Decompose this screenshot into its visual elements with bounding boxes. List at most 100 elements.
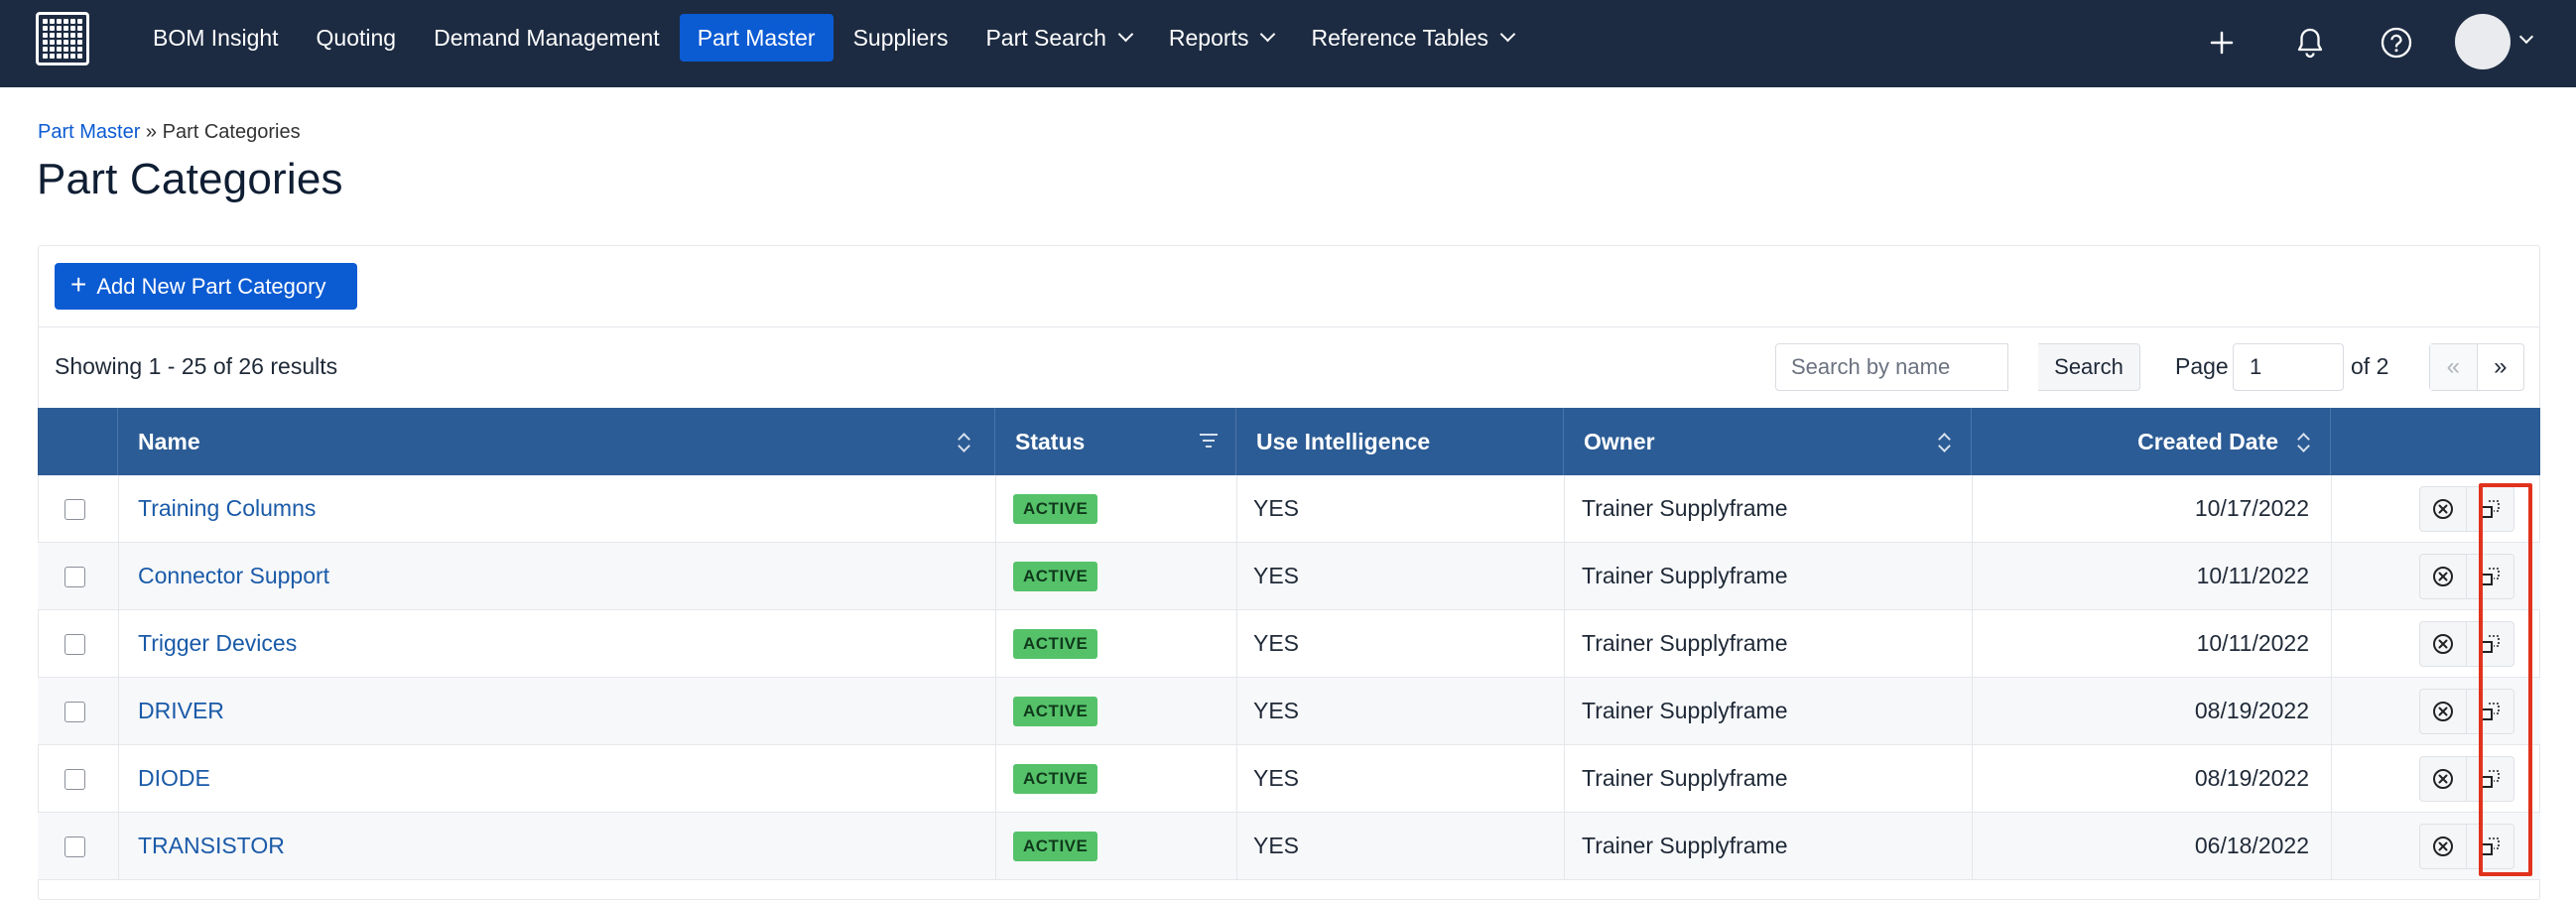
deactivate-button[interactable] xyxy=(2419,554,2467,599)
column-divider xyxy=(1236,475,1237,542)
column-header-name[interactable]: Name xyxy=(118,408,995,475)
clone-button[interactable] xyxy=(2467,486,2514,532)
column-divider xyxy=(1564,745,1565,812)
sort-icon[interactable] xyxy=(958,432,969,453)
nav-item-suppliers[interactable]: Suppliers xyxy=(836,14,966,62)
nav-item-part-search[interactable]: Part Search xyxy=(967,14,1148,62)
main-menu: BOM Insight Quoting Demand Management Part … xyxy=(135,14,1533,62)
nav-item-label: Demand Management xyxy=(434,24,660,51)
nav-item-label: BOM Insight xyxy=(153,24,279,51)
filter-icon[interactable] xyxy=(1200,434,1218,450)
deactivate-button[interactable] xyxy=(2419,756,2467,802)
owner-value: Trainer Supplyframe xyxy=(1582,630,1788,656)
plus-icon[interactable] xyxy=(2199,20,2245,65)
column-divider xyxy=(118,475,119,542)
clone-button[interactable] xyxy=(2467,689,2514,734)
nav-item-quoting[interactable]: Quoting xyxy=(299,14,415,62)
row-select-checkbox[interactable] xyxy=(64,769,85,790)
nav-item-reference-tables[interactable]: Reference Tables xyxy=(1293,14,1531,62)
row-select-checkbox[interactable] xyxy=(64,499,85,520)
category-name-link[interactable]: TRANSISTOR xyxy=(138,833,285,859)
use-intelligence-value: YES xyxy=(1253,698,1300,723)
pagination-controls: « » xyxy=(2429,343,2524,391)
results-count: Showing 1 - 25 of 26 results xyxy=(55,353,338,379)
clone-button[interactable] xyxy=(2467,554,2514,599)
close-circle-icon xyxy=(2432,566,2454,587)
category-name-link[interactable]: Training Columns xyxy=(138,495,316,522)
sort-icon[interactable] xyxy=(2297,432,2309,453)
select-column-header xyxy=(38,408,118,475)
row-select-checkbox[interactable] xyxy=(64,836,85,857)
breadcrumb-link-part-master[interactable]: Part Master xyxy=(38,121,140,143)
search-input[interactable] xyxy=(1775,343,2008,391)
column-divider xyxy=(1236,678,1237,744)
nav-item-bom-insight[interactable]: BOM Insight xyxy=(135,14,297,62)
nav-item-part-master[interactable]: Part Master xyxy=(679,14,834,62)
previous-page-button[interactable]: « xyxy=(2430,344,2478,390)
nav-item-label: Quoting xyxy=(316,24,397,51)
column-header-created-date[interactable]: Created Date xyxy=(1972,408,2331,475)
page-number-input[interactable] xyxy=(2233,343,2344,391)
close-circle-icon xyxy=(2432,701,2454,722)
column-divider xyxy=(118,745,119,812)
column-divider xyxy=(1564,813,1565,879)
column-divider xyxy=(118,610,119,677)
status-badge: ACTIVE xyxy=(1013,561,1098,591)
chevron-down-icon xyxy=(1260,26,1276,43)
clone-button[interactable] xyxy=(2467,621,2514,667)
chevron-down-icon xyxy=(1499,26,1516,43)
created-date-value: 08/19/2022 xyxy=(2194,698,2309,723)
owner-value: Trainer Supplyframe xyxy=(1582,495,1788,521)
column-divider xyxy=(1564,678,1565,744)
category-name-link[interactable]: DRIVER xyxy=(138,698,224,724)
search-button[interactable]: Search xyxy=(2038,343,2140,391)
deactivate-button[interactable] xyxy=(2419,824,2467,869)
column-divider xyxy=(995,813,996,879)
table-header: Name Status Use Intelligence Owner Creat… xyxy=(38,408,2540,475)
close-circle-icon xyxy=(2432,633,2454,655)
nav-item-reports[interactable]: Reports xyxy=(1151,14,1292,62)
avatar[interactable] xyxy=(2455,14,2511,69)
clone-button[interactable] xyxy=(2467,824,2514,869)
owner-value: Trainer Supplyframe xyxy=(1582,765,1788,791)
actions-column-header xyxy=(2331,408,2540,475)
column-header-owner[interactable]: Owner xyxy=(1564,408,1972,475)
category-name-link[interactable]: Trigger Devices xyxy=(138,630,297,657)
page-total: of 2 xyxy=(2351,353,2389,379)
category-name-link[interactable]: Connector Support xyxy=(138,563,329,589)
row-select-checkbox[interactable] xyxy=(64,702,85,722)
nav-item-label: Part Master xyxy=(697,24,816,51)
bell-icon[interactable] xyxy=(2287,20,2333,65)
row-select-checkbox[interactable] xyxy=(64,634,85,655)
status-badge: ACTIVE xyxy=(1013,493,1098,524)
column-header-status[interactable]: Status xyxy=(995,408,1236,475)
column-divider xyxy=(1236,745,1237,812)
app-grid-logo-icon[interactable] xyxy=(36,12,89,65)
column-header-created-date-label: Created Date xyxy=(2137,428,2278,454)
category-name-link[interactable]: DIODE xyxy=(138,765,210,792)
breadcrumb-separator: » xyxy=(145,121,158,143)
status-badge: ACTIVE xyxy=(1013,696,1098,726)
clone-button[interactable] xyxy=(2467,756,2514,802)
add-new-part-category-button[interactable]: + Add New Part Category xyxy=(55,263,357,310)
chevron-down-icon[interactable] xyxy=(2518,29,2534,45)
breadcrumb-current: Part Categories xyxy=(162,121,301,143)
column-divider xyxy=(2331,813,2332,879)
table-row: TRANSISTOR ACTIVE YES Trainer Supplyframe 06… xyxy=(38,813,2540,880)
column-divider xyxy=(995,543,996,609)
toolbar-divider xyxy=(38,326,2540,327)
nav-item-label: Reports xyxy=(1168,24,1249,51)
column-divider xyxy=(1564,475,1565,542)
column-divider xyxy=(995,475,996,542)
top-navigation-bar: BOM Insight Quoting Demand Management Part … xyxy=(0,0,2576,87)
sort-icon[interactable] xyxy=(1938,432,1950,453)
next-page-button[interactable]: » xyxy=(2478,344,2524,390)
owner-value: Trainer Supplyframe xyxy=(1582,563,1788,588)
deactivate-button[interactable] xyxy=(2419,486,2467,532)
deactivate-button[interactable] xyxy=(2419,621,2467,667)
help-icon[interactable] xyxy=(2374,20,2419,65)
column-header-name-label: Name xyxy=(138,428,200,454)
deactivate-button[interactable] xyxy=(2419,689,2467,734)
nav-item-demand-management[interactable]: Demand Management xyxy=(416,14,678,62)
row-select-checkbox[interactable] xyxy=(64,567,85,587)
